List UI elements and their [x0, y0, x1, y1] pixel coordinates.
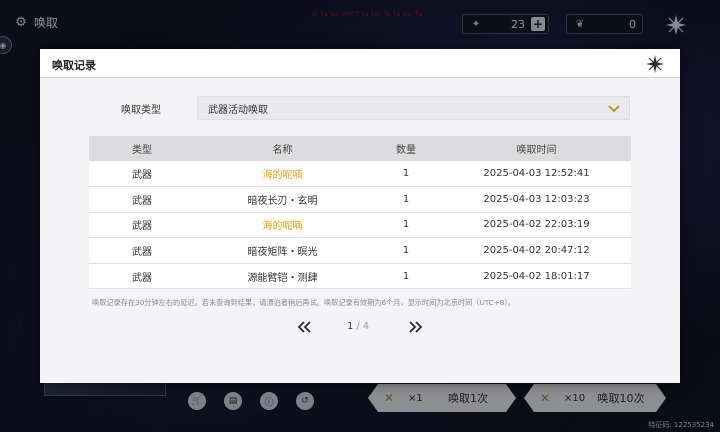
cell-type: 武器 [89, 161, 195, 188]
cell-name: 海的呢喃 [195, 212, 370, 239]
table-row: 武器 海的呢喃 1 2025-04-02 22:03:19 [89, 212, 631, 239]
cell-type: 武器 [89, 263, 195, 290]
pull-history-table: 类型 名称 数量 唤取时间 武器 海的呢喃 1 2025-04-03 12:52… [89, 136, 631, 290]
next-page-icon[interactable] [408, 320, 424, 334]
table-row: 武器 海的呢喃 1 2025-04-03 12:52:41 [89, 161, 631, 188]
pull-type-select[interactable]: 武器活动唤取 [197, 96, 630, 120]
table-row: 武器 源能臂铠・测肆 1 2025-04-02 18:01:17 [89, 263, 631, 290]
dialog-title: 唤取记录 [52, 59, 96, 72]
history-delay-note: 唤取记录存在30分钟左右的延迟。若未查询到结果，请漂泊者稍后再试。唤取记录有效期… [92, 298, 516, 307]
table-row: 武器 暗夜矩阵・暝光 1 2025-04-02 20:47:12 [89, 237, 631, 264]
dialog-header: 唤取记录 [40, 49, 680, 78]
column-header-name: 名称 [195, 136, 370, 161]
table-header-row: 类型 名称 数量 唤取时间 [89, 136, 631, 161]
pull-type-label: 唤取类型 [121, 105, 161, 116]
current-page: 1 [347, 321, 354, 332]
cell-type: 武器 [89, 186, 195, 213]
cell-time: 2025-04-03 12:03:23 [442, 186, 631, 213]
page-separator: / [356, 321, 360, 332]
cell-qty: 1 [370, 212, 442, 239]
previous-page-icon[interactable] [296, 320, 312, 334]
pagination: 1/4 [40, 319, 680, 335]
page-indicator: 1/4 [347, 321, 369, 332]
cell-name: 海的呢喃 [195, 161, 370, 188]
close-icon[interactable] [644, 54, 666, 74]
pull-history-dialog: 唤取记录 唤取类型 武器活动唤取 类型 名称 数量 唤取时间 武器 海的呢喃 1… [40, 49, 680, 383]
total-pages: 4 [362, 321, 370, 332]
dialog-body: 唤取类型 武器活动唤取 类型 名称 数量 唤取时间 武器 海的呢喃 1 2025… [40, 79, 680, 383]
cell-time: 2025-04-02 22:03:19 [442, 212, 631, 239]
cell-qty: 1 [370, 161, 442, 188]
cell-time: 2025-04-03 12:52:41 [442, 161, 631, 188]
cell-type: 武器 [89, 237, 195, 264]
cell-name: 源能臂铠・测肆 [195, 263, 370, 290]
cell-time: 2025-04-02 20:47:12 [442, 237, 631, 264]
cell-qty: 1 [370, 263, 442, 290]
cell-name: 暗夜矩阵・暝光 [195, 237, 370, 264]
column-header-time: 唤取时间 [442, 136, 631, 161]
column-header-type: 类型 [89, 136, 195, 161]
cell-name: 暗夜长刃・玄明 [195, 186, 370, 213]
column-header-qty: 数量 [370, 136, 442, 161]
cell-qty: 1 [370, 237, 442, 264]
chevron-down-icon [608, 105, 620, 113]
cell-type: 武器 [89, 212, 195, 239]
table-row: 武器 暗夜长刃・玄明 1 2025-04-03 12:03:23 [89, 186, 631, 213]
cell-time: 2025-04-02 18:01:17 [442, 263, 631, 290]
pull-type-selected: 武器活动唤取 [208, 104, 268, 116]
cell-qty: 1 [370, 186, 442, 213]
